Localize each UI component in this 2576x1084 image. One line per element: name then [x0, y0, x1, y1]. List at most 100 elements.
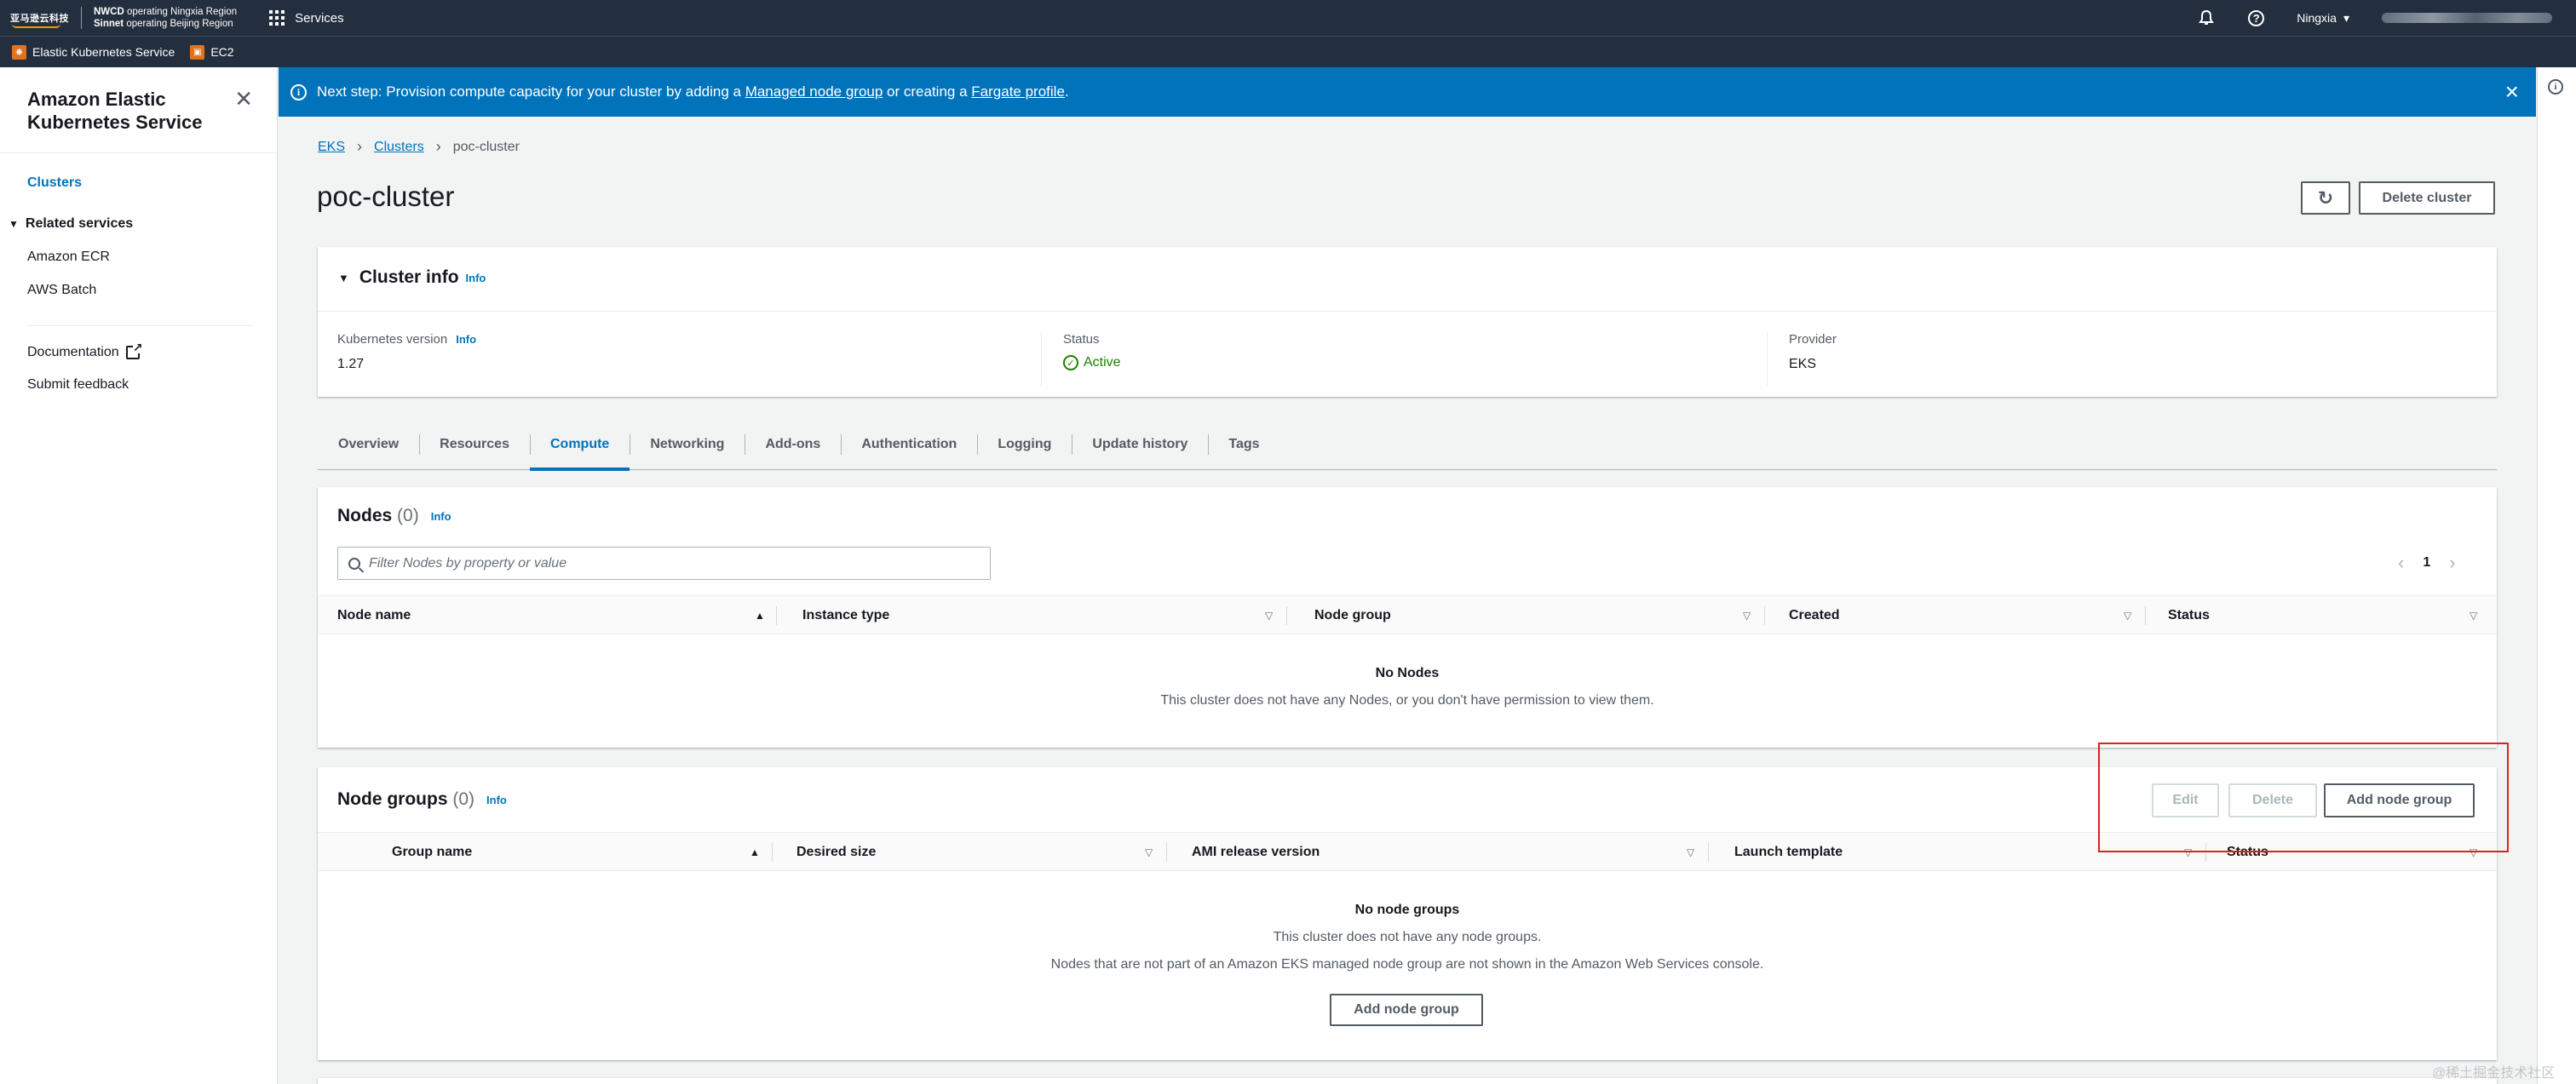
- region-operator-text: NWCD operating Ningxia Region Sinnet ope…: [94, 7, 238, 29]
- related-services-toggle[interactable]: ▼ Related services: [0, 216, 277, 232]
- node-groups-title: Node groups (0): [337, 789, 475, 809]
- page-number[interactable]: 1: [2423, 555, 2430, 571]
- cluster-tabs: Overview Resources Compute Networking Ad…: [318, 419, 2497, 471]
- info-link[interactable]: Info: [456, 333, 476, 346]
- banner-text: Next step: Provision compute capacity fo…: [317, 83, 1069, 100]
- column-node-group[interactable]: Node group: [1314, 596, 1391, 635]
- grid-icon: [269, 10, 285, 26]
- nodes-pagination: ‹ 1 ›: [2398, 552, 2456, 574]
- cluster-info-title[interactable]: Cluster info: [359, 267, 459, 288]
- tab-networking[interactable]: Networking: [630, 419, 745, 470]
- sort-icon[interactable]: ▽: [1687, 833, 1694, 872]
- caret-down-icon[interactable]: ▼: [338, 272, 349, 284]
- column-desired-size[interactable]: Desired size: [796, 833, 876, 872]
- info-link[interactable]: Info: [486, 794, 507, 806]
- breadcrumb-clusters[interactable]: Clusters: [374, 140, 424, 155]
- provider-value: EKS: [1789, 357, 1817, 371]
- info-circle-icon[interactable]: i: [2548, 79, 2563, 95]
- managed-node-group-link[interactable]: Managed node group: [745, 83, 883, 100]
- divider: [318, 311, 2497, 312]
- column-group-name[interactable]: Group name: [392, 833, 472, 872]
- caret-down-icon: ▼: [9, 218, 19, 230]
- sort-icon[interactable]: ▽: [1743, 596, 1751, 635]
- sidenav-item-documentation[interactable]: Documentation: [0, 341, 277, 360]
- filter-placeholder: Filter Nodes by property or value: [369, 555, 567, 571]
- column-created[interactable]: Created: [1789, 596, 1840, 635]
- column-ami-release-version[interactable]: AMI release version: [1192, 833, 1320, 872]
- chevron-right-icon: ›: [435, 138, 441, 155]
- divider: [0, 152, 277, 153]
- column-divider: [776, 606, 777, 625]
- annotation-highlight-box: [2098, 743, 2509, 852]
- account-menu[interactable]: [2382, 13, 2552, 23]
- empty-add-node-group-button[interactable]: Add node group: [1330, 994, 1483, 1026]
- divider: [26, 325, 255, 326]
- page-title: poc-cluster: [317, 181, 455, 212]
- sidenav-item-aws-batch[interactable]: AWS Batch: [0, 283, 277, 298]
- chevron-right-icon: ›: [357, 138, 363, 155]
- favorite-ec2[interactable]: ▣ EC2: [190, 44, 234, 60]
- documentation-label: Documentation: [27, 345, 119, 359]
- column-node-name[interactable]: Node name: [337, 596, 411, 635]
- column-divider: [2145, 606, 2146, 625]
- info-link[interactable]: Info: [431, 510, 451, 523]
- sort-icon[interactable]: ▽: [2124, 596, 2131, 635]
- column-divider: [772, 843, 773, 862]
- favorites-bar: ⎈ Elastic Kubernetes Service ▣ EC2: [0, 36, 2576, 67]
- logo-wordmark: 亚马逊云科技: [10, 11, 69, 28]
- nodes-empty-state: No Nodes This cluster does not have any …: [1160, 666, 1654, 708]
- services-label: Services: [295, 10, 344, 26]
- info-link[interactable]: Info: [466, 272, 486, 284]
- column-divider: [1286, 606, 1287, 625]
- column-divider: [1708, 843, 1709, 862]
- tab-overview[interactable]: Overview: [318, 419, 419, 470]
- kubernetes-version-field: Kubernetes version Info 1.27: [337, 332, 477, 371]
- status-badge: ✓ Active: [1063, 355, 1121, 370]
- chevron-right-icon[interactable]: ›: [2449, 552, 2455, 574]
- fargate-profile-link[interactable]: Fargate profile: [971, 83, 1065, 100]
- tab-resources[interactable]: Resources: [419, 419, 530, 470]
- sort-icon[interactable]: ▽: [1145, 833, 1153, 872]
- tab-tags[interactable]: Tags: [1208, 419, 1279, 470]
- sort-icon[interactable]: ▽: [1265, 596, 1273, 635]
- provider-field: Provider EKS: [1789, 332, 1837, 371]
- tab-authentication[interactable]: Authentication: [841, 419, 977, 470]
- close-icon[interactable]: ×: [2505, 80, 2519, 104]
- bell-icon[interactable]: [2197, 9, 2216, 27]
- sidenav-item-submit-feedback[interactable]: Submit feedback: [0, 377, 277, 393]
- help-icon[interactable]: ?: [2248, 9, 2265, 26]
- region-label: Ningxia: [2297, 11, 2337, 25]
- column-divider: [1166, 843, 1167, 862]
- chevron-left-icon[interactable]: ‹: [2398, 552, 2404, 574]
- services-menu-button[interactable]: Services: [269, 10, 344, 26]
- column-status[interactable]: Status: [2168, 596, 2210, 635]
- column-launch-template[interactable]: Launch template: [1734, 833, 1843, 872]
- service-title[interactable]: Amazon Elastic Kubernetes Service: [27, 88, 223, 134]
- delete-cluster-button[interactable]: Delete cluster: [2359, 181, 2495, 215]
- sort-ascending-icon[interactable]: ▲: [755, 596, 765, 635]
- refresh-button[interactable]: ↻: [2301, 181, 2350, 215]
- sidenav-item-amazon-ecr[interactable]: Amazon ECR: [0, 249, 277, 265]
- sidenav-item-clusters[interactable]: Clusters: [0, 175, 277, 191]
- favorite-eks[interactable]: ⎈ Elastic Kubernetes Service: [12, 44, 175, 60]
- breadcrumb-eks[interactable]: EKS: [318, 140, 345, 155]
- search-icon: [348, 557, 360, 570]
- divider: [1041, 332, 1042, 387]
- tab-logging[interactable]: Logging: [977, 419, 1072, 470]
- tab-add-ons[interactable]: Add-ons: [745, 419, 841, 470]
- region-selector[interactable]: Ningxia ▾: [2297, 11, 2349, 26]
- sort-icon[interactable]: ▽: [2470, 596, 2477, 635]
- column-instance-type[interactable]: Instance type: [802, 596, 889, 635]
- tab-update-history[interactable]: Update history: [1072, 419, 1208, 470]
- logo-divider: [81, 7, 82, 29]
- watermark: @稀土掘金技术社区: [2432, 1066, 2556, 1081]
- close-icon[interactable]: ✕: [234, 88, 253, 134]
- tab-compute[interactable]: Compute: [529, 419, 630, 471]
- column-divider: [1764, 606, 1765, 625]
- sort-ascending-icon[interactable]: ▲: [750, 833, 760, 872]
- next-panel: [318, 1078, 2497, 1084]
- aws-china-logo[interactable]: 亚马逊云科技 NWCD operating Ningxia Region Sin…: [0, 0, 237, 36]
- ec2-service-icon: ▣: [190, 44, 205, 60]
- caret-down-icon: ▾: [2343, 10, 2349, 25]
- nodes-filter-input[interactable]: Filter Nodes by property or value: [337, 547, 991, 580]
